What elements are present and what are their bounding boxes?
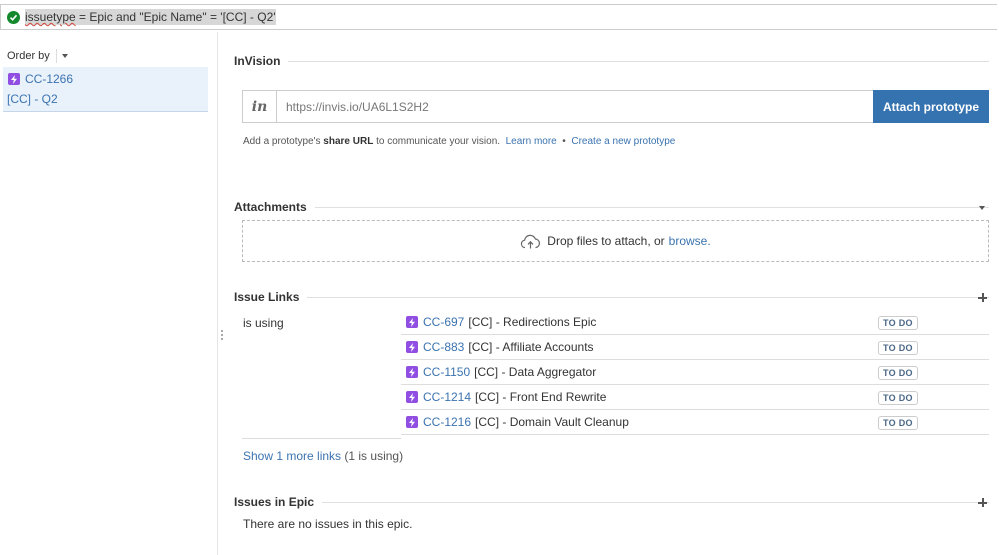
valid-query-check-icon xyxy=(7,10,20,24)
issue-links-section-header: Issue Links xyxy=(234,290,989,304)
jql-query-rest: = Epic and "Epic Name" = '[CC] - Q2' xyxy=(75,10,276,24)
help-bold: share URL xyxy=(323,136,374,147)
show-more-links-link[interactable]: Show 1 more links xyxy=(243,449,341,463)
attach-prototype-button[interactable]: Attach prototype xyxy=(873,90,989,123)
issue-links-list: CC-697 [CC] - Redirections Epic TO DO CC… xyxy=(401,310,989,435)
issue-links-title: Issue Links xyxy=(234,290,300,304)
no-issues-message: There are no issues in this epic. xyxy=(243,517,413,531)
status-badge: TO DO xyxy=(878,316,918,330)
epic-icon xyxy=(8,73,20,85)
attachments-title: Attachments xyxy=(234,200,307,214)
section-divider xyxy=(307,296,989,298)
status-badge: TO DO xyxy=(878,416,918,430)
issue-link-row: CC-883 [CC] - Affiliate Accounts TO DO xyxy=(401,335,989,360)
issues-in-epic-section-header: Issues in Epic xyxy=(234,495,989,509)
cloud-upload-icon xyxy=(521,234,541,248)
attachments-section-header: Attachments xyxy=(234,200,989,214)
linked-issue-summary: [CC] - Domain Vault Cleanup xyxy=(475,415,629,429)
linked-issue-key[interactable]: CC-1214 xyxy=(423,390,471,404)
order-by-divider xyxy=(55,49,57,63)
epic-icon xyxy=(406,316,418,328)
invision-logo-icon: in xyxy=(243,91,277,122)
links-divider xyxy=(242,438,401,439)
linked-issue-key[interactable]: CC-1150 xyxy=(423,365,470,379)
learn-more-link[interactable]: Learn more xyxy=(506,136,557,147)
status-badge: TO DO xyxy=(878,366,918,380)
epic-icon xyxy=(406,341,418,353)
drop-files-text: Drop files to attach, or xyxy=(547,234,665,248)
issue-card-summary: [CC] - Q2 xyxy=(7,92,58,106)
status-badge: TO DO xyxy=(878,341,918,355)
invision-help-text: Add a prototype's share URL to communica… xyxy=(243,136,675,147)
attachment-dropzone[interactable]: Drop files to attach, or browse. xyxy=(242,220,989,262)
add-link-plus-icon[interactable] xyxy=(978,293,987,302)
help-prefix: Add a prototype's xyxy=(243,136,324,147)
issue-card-key-text: CC-1266 xyxy=(25,72,74,86)
invision-section-header: InVision xyxy=(234,54,989,68)
section-divider xyxy=(314,206,989,208)
chevron-down-icon[interactable] xyxy=(979,206,985,210)
jql-field-keyword: issuetype xyxy=(25,10,76,24)
invision-title: InVision xyxy=(234,54,281,68)
issue-link-row: CC-1216 [CC] - Domain Vault Cleanup TO D… xyxy=(401,410,989,435)
issue-link-row: CC-697 [CC] - Redirections Epic TO DO xyxy=(401,310,989,335)
create-prototype-link[interactable]: Create a new prototype xyxy=(571,136,675,147)
linked-issue-key[interactable]: CC-883 xyxy=(423,340,464,354)
linked-issue-summary: [CC] - Front End Rewrite xyxy=(475,390,607,404)
add-issue-plus-icon[interactable] xyxy=(978,498,987,507)
order-by-control[interactable]: Order by xyxy=(7,49,68,63)
linked-issue-key[interactable]: CC-1216 xyxy=(423,415,471,429)
issue-card-key[interactable]: CC-1266 xyxy=(8,72,73,86)
resize-handle-icon[interactable] xyxy=(221,330,223,342)
jql-query-bar[interactable]: issuetype = Epic and "Epic Name" = '[CC]… xyxy=(0,4,997,30)
linked-issue-summary: [CC] - Affiliate Accounts xyxy=(468,340,594,354)
help-bullet: • xyxy=(562,136,566,147)
issue-link-row: CC-1214 [CC] - Front End Rewrite TO DO xyxy=(401,385,989,410)
linked-issue-summary: [CC] - Data Aggregator xyxy=(474,365,597,379)
section-divider xyxy=(322,501,989,503)
epic-icon xyxy=(406,366,418,378)
show-more-links-meta: (1 is using) xyxy=(344,449,404,463)
status-badge: TO DO xyxy=(878,391,918,405)
prototype-url-input[interactable]: https://invis.io/UA6L1S2H2 xyxy=(277,91,873,122)
epic-icon xyxy=(406,416,418,428)
section-divider xyxy=(288,60,989,62)
browse-link[interactable]: browse. xyxy=(669,234,711,248)
link-relation-label: is using xyxy=(243,316,284,330)
order-by-label: Order by xyxy=(7,50,50,62)
invision-url-form: in https://invis.io/UA6L1S2H2 Attach pro… xyxy=(242,90,989,123)
show-more-links: Show 1 more links (1 is using) xyxy=(243,449,403,463)
linked-issue-key[interactable]: CC-697 xyxy=(423,315,464,329)
issue-link-row: CC-1150 [CC] - Data Aggregator TO DO xyxy=(401,360,989,385)
chevron-down-icon[interactable] xyxy=(61,54,68,58)
issue-list-panel: Order by CC-1266 [CC] - Q2 xyxy=(0,32,218,555)
issues-in-epic-title: Issues in Epic xyxy=(234,495,315,509)
epic-icon xyxy=(406,391,418,403)
selected-issue-card[interactable]: CC-1266 [CC] - Q2 xyxy=(3,67,208,112)
linked-issue-summary: [CC] - Redirections Epic xyxy=(468,315,597,329)
jql-query-text[interactable]: issuetype = Epic and "Epic Name" = '[CC]… xyxy=(25,9,276,25)
help-suffix: to communicate your vision. xyxy=(373,136,501,147)
